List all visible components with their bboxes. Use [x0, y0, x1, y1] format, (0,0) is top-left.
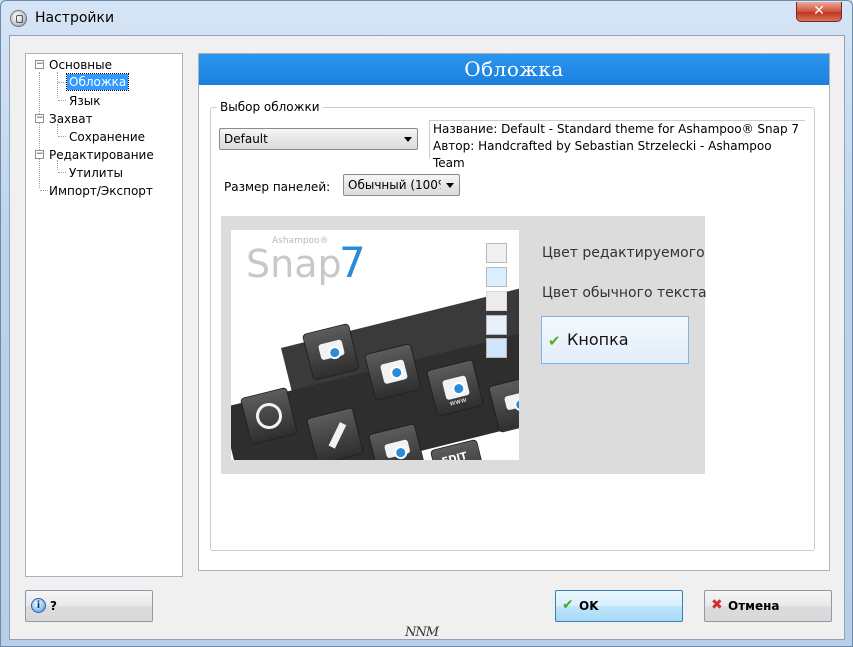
panel-title: Обложка [464, 57, 564, 81]
color-swatch[interactable] [486, 338, 507, 358]
close-button[interactable]: ✕ [796, 2, 842, 22]
groupbox-label: Выбор обложки [217, 100, 323, 114]
collapse-icon[interactable]: − [35, 150, 44, 159]
settings-window: Настройки ✕ − Основные Обложка Язык − За… [0, 0, 853, 647]
chevron-down-icon [446, 183, 454, 188]
tree-item-general[interactable]: Основные [49, 57, 112, 73]
panel-header: Обложка [199, 54, 829, 85]
skin-preview-image: Ashampoo® Snap 7 www EDIT [231, 230, 519, 460]
color-swatch[interactable] [486, 267, 507, 287]
cancel-button-label: Отмена [728, 599, 780, 613]
collapse-icon[interactable]: − [35, 114, 44, 123]
color-swatch[interactable] [486, 315, 507, 335]
content-panel: Обложка Выбор обложки Default Название: … [198, 53, 830, 571]
ok-button[interactable]: ✔ OK [555, 590, 683, 622]
logo-version: 7 [339, 238, 366, 287]
tree-item-capture[interactable]: Захват [49, 111, 93, 127]
tree-item-utilities[interactable]: Утилиты [69, 165, 123, 181]
help-button[interactable]: i ? [25, 590, 153, 622]
sample-button-label: Кнопка [567, 330, 629, 349]
help-button-label: ? [50, 599, 57, 613]
check-icon: ✔ [562, 597, 574, 613]
check-icon: ✔ [548, 332, 561, 350]
close-icon: ✕ [813, 3, 825, 19]
tree-item-saving[interactable]: Сохранение [69, 129, 145, 145]
tree-guide-line [58, 100, 66, 101]
color-swatch[interactable] [486, 291, 507, 311]
tree-item-skin[interactable]: Обложка [65, 73, 130, 91]
tree-item-language[interactable]: Язык [69, 93, 100, 109]
panel-size-select[interactable]: Обычный (100%) [343, 174, 460, 196]
title-bar[interactable]: Настройки ✕ [1, 1, 852, 35]
tile-edit-text: EDIT [440, 450, 469, 460]
skin-info: Название: Default - Standard theme for A… [429, 120, 805, 170]
logo-snap: Snap [246, 242, 342, 286]
edit-text-color-sample: Цвет редактируемого текста [542, 245, 705, 261]
settings-tree[interactable]: − Основные Обложка Язык − Захват Сохране… [25, 53, 183, 577]
chevron-down-icon [404, 137, 412, 142]
tree-item-import-export[interactable]: Импорт/Экспорт [49, 183, 153, 199]
skin-select[interactable]: Default [219, 128, 418, 150]
tree-guide-line [58, 136, 66, 137]
skin-select-value: Default [224, 132, 268, 146]
dialog-client-area: − Основные Обложка Язык − Захват Сохране… [9, 35, 845, 640]
tree-guide-line [58, 172, 66, 173]
skin-groupbox: Выбор обложки Default Название: Default … [210, 100, 815, 551]
panel-size-value: Обычный (100%) [348, 178, 441, 192]
watermark: NNM [405, 625, 439, 640]
skin-name: Название: Default - Standard theme for A… [433, 122, 800, 136]
panel-size-label: Размер панелей: [224, 180, 331, 194]
app-icon [10, 10, 27, 27]
cancel-button[interactable]: ✖ Отмена [704, 590, 832, 622]
tree-guide-line [40, 190, 48, 191]
sample-button: ✔ Кнопка [541, 316, 689, 364]
help-icon: i [31, 598, 46, 613]
color-swatch[interactable] [486, 243, 507, 263]
normal-text-color-sample: Цвет обычного текста [542, 285, 707, 301]
tree-guide-line [39, 72, 40, 188]
cancel-icon: ✖ [711, 597, 723, 613]
tree-guide-line [57, 72, 58, 98]
tree-item-editing[interactable]: Редактирование [49, 147, 154, 163]
skin-preview: Ashampoo® Snap 7 www EDIT Цвет редактиру… [221, 216, 707, 474]
tree-guide-line [58, 82, 66, 83]
window-title: Настройки [35, 10, 115, 26]
ok-button-label: OK [579, 599, 599, 613]
skin-author: Автор: Handcrafted by Sebastian Strzelec… [433, 139, 772, 170]
collapse-icon[interactable]: − [35, 60, 44, 69]
